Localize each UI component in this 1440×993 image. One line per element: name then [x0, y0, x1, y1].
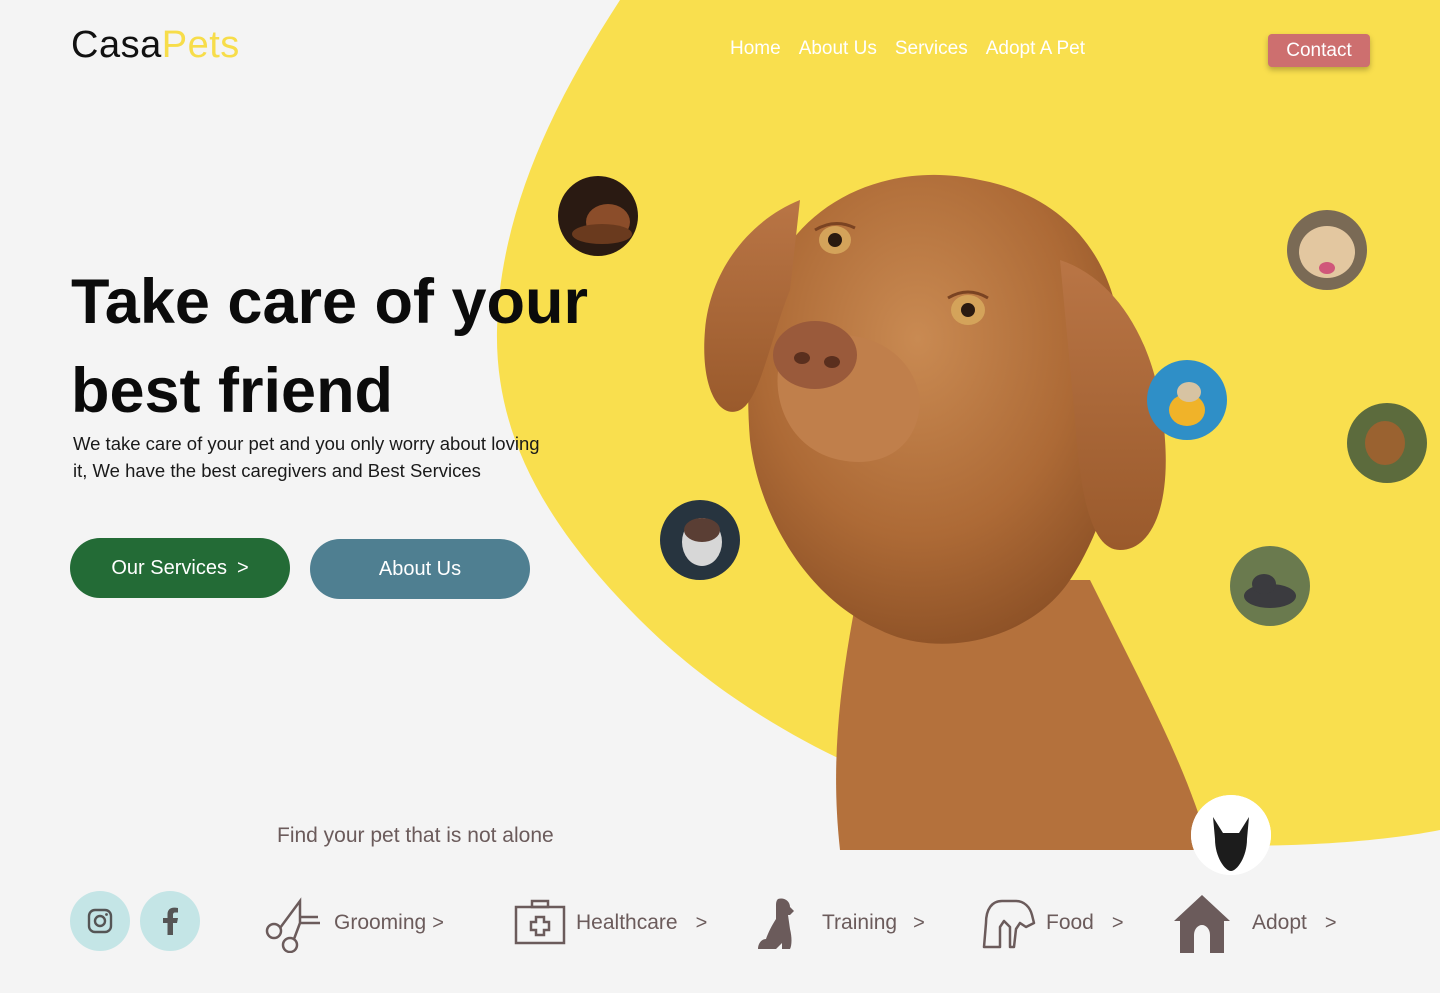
chevron-right-icon: > [432, 911, 444, 934]
hero-title-line2: best friend [71, 356, 394, 426]
category-label: Adopt [1252, 911, 1307, 934]
nav-services[interactable]: Services [895, 38, 968, 60]
sitting-dog-icon [748, 893, 808, 953]
category-training[interactable]: Training > [748, 892, 925, 954]
category-adopt[interactable]: Adopt > [1172, 892, 1337, 954]
main-nav: Home About Us Services Adopt A Pet [730, 38, 1085, 60]
dog-head-icon [976, 893, 1036, 953]
category-label: Training [822, 911, 898, 934]
brand-name-part1: Casa [71, 24, 162, 66]
our-services-button[interactable]: Our Services > [70, 538, 290, 598]
about-us-button[interactable]: About Us [310, 539, 530, 599]
pet-thumb-puppy[interactable] [558, 176, 638, 256]
instagram-button[interactable] [70, 891, 130, 951]
pet-thumb-golden[interactable] [1287, 210, 1367, 290]
nav-home[interactable]: Home [730, 38, 781, 60]
our-services-label: Our Services [111, 556, 227, 579]
chevron-right-icon: > [913, 911, 925, 934]
category-label: Food [1046, 911, 1094, 934]
nav-adopt-a-pet[interactable]: Adopt A Pet [986, 38, 1085, 60]
facebook-icon [163, 907, 178, 935]
chevron-right-icon: > [236, 556, 249, 579]
tagline: Find your pet that is not alone [277, 824, 554, 847]
pet-thumb-lying-dog[interactable] [1230, 546, 1310, 626]
category-label: Healthcare [576, 911, 678, 934]
facebook-button[interactable] [140, 891, 200, 951]
medical-kit-icon [510, 893, 570, 953]
chevron-right-icon: > [1111, 911, 1124, 934]
pet-thumb-retriever[interactable] [1347, 403, 1427, 483]
scissors-icon [262, 893, 322, 953]
chevron-right-icon: > [1324, 911, 1337, 934]
category-label: Grooming [334, 911, 427, 934]
hero-title: Take care of your best friend [71, 258, 588, 436]
dog-hero-image [704, 174, 1210, 850]
pet-thumb-husky[interactable] [660, 500, 740, 580]
brand-logo[interactable]: CasaPets [71, 24, 240, 67]
hero-description: We take care of your pet and you only wo… [73, 433, 540, 481]
pet-thumb-black-dog[interactable] [1191, 795, 1271, 875]
chevron-right-icon: > [695, 911, 708, 934]
hero-title-line1: Take care of your [71, 267, 589, 337]
category-healthcare[interactable]: Healthcare > [510, 892, 707, 954]
instagram-icon [87, 908, 113, 934]
pet-thumb-frenchie[interactable] [1147, 360, 1227, 440]
house-icon [1172, 893, 1232, 953]
category-food[interactable]: Food > [976, 892, 1124, 954]
category-grooming[interactable]: Grooming > [262, 892, 444, 954]
contact-button[interactable]: Contact [1268, 34, 1370, 67]
brand-name-part2: Pets [161, 24, 240, 66]
nav-about-us[interactable]: About Us [799, 38, 877, 60]
